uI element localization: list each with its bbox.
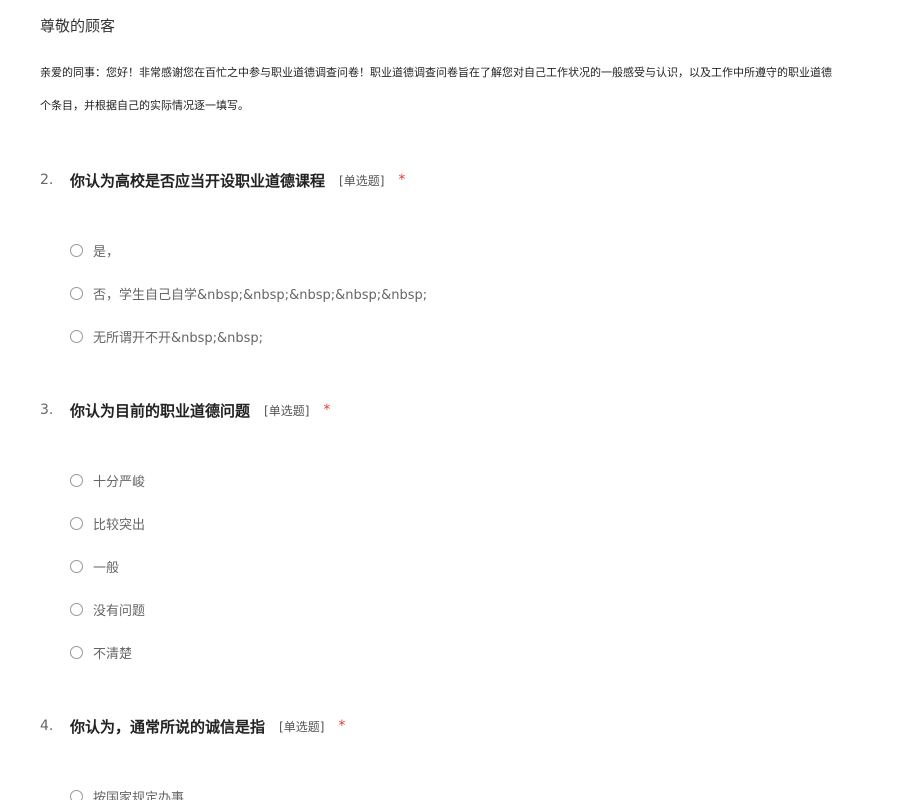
question-header: 4. 你认为，通常所说的诚信是指 [单选题] * — [40, 714, 900, 738]
question-3: 3. 你认为目前的职业道德问题 [单选题] * 十分严峻 比较突出 一般 没有问… — [40, 398, 900, 662]
option-label[interactable]: 是， — [93, 241, 119, 260]
option-label[interactable]: 比较突出 — [93, 514, 145, 533]
radio-button[interactable] — [70, 243, 83, 257]
radio-button[interactable] — [70, 645, 83, 659]
option-radio-row[interactable]: 是， — [70, 239, 119, 261]
survey-page: 尊敬的顾客 亲爱的同事：您好！非常感谢您在百忙之中参与职业道德调查问卷！职业道德… — [0, 0, 900, 800]
question-number: 4. — [40, 718, 54, 734]
radio-button[interactable] — [70, 516, 83, 530]
radio-button[interactable] — [70, 329, 83, 343]
question-type-tag: [单选题] — [264, 403, 310, 418]
intro-line: 个条目，并根据自己的实际情况逐一填写。 — [40, 99, 249, 112]
option-label[interactable]: 按国家规定办事 — [93, 787, 184, 800]
radio-button[interactable] — [70, 286, 83, 300]
option-label[interactable]: 十分严峻 — [93, 471, 145, 490]
option-label[interactable]: 无所谓开不开&nbsp;&nbsp; — [93, 327, 263, 346]
question-type-tag: [单选题] — [339, 173, 385, 188]
required-mark: * — [323, 402, 331, 418]
survey-intro: 亲爱的同事：您好！非常感谢您在百忙之中参与职业道德调查问卷！职业道德调查问卷旨在… — [40, 56, 900, 122]
option-radio-row[interactable]: 否，学生自己自学&nbsp;&nbsp;&nbsp;&nbsp;&nbsp; — [70, 282, 427, 304]
option-label[interactable]: 否，学生自己自学&nbsp;&nbsp;&nbsp;&nbsp;&nbsp; — [93, 284, 427, 303]
radio-button[interactable] — [70, 789, 83, 800]
option-label[interactable]: 不清楚 — [93, 643, 132, 662]
option-label[interactable]: 没有问题 — [93, 600, 145, 619]
intro-line: 亲爱的同事：您好！非常感谢您在百忙之中参与职业道德调查问卷！职业道德调查问卷旨在… — [40, 66, 832, 79]
question-title: 你认为，通常所说的诚信是指 — [70, 717, 266, 736]
question-header: 2. 你认为高校是否应当开设职业道德课程 [单选题] * — [40, 168, 900, 192]
option-radio-row[interactable]: 一般 — [70, 555, 119, 577]
radio-button[interactable] — [70, 602, 83, 616]
question-4: 4. 你认为，通常所说的诚信是指 [单选题] * 按国家规定办事 — [40, 714, 900, 800]
option-radio-row[interactable]: 比较突出 — [70, 512, 145, 534]
question-header: 3. 你认为目前的职业道德问题 [单选题] * — [40, 398, 900, 422]
question-title: 你认为高校是否应当开设职业道德课程 — [70, 171, 326, 190]
option-radio-row[interactable]: 无所谓开不开&nbsp;&nbsp; — [70, 325, 263, 347]
question-2: 2. 你认为高校是否应当开设职业道德课程 [单选题] * 是， 否，学生自己自学… — [40, 168, 900, 346]
question-number: 2. — [40, 172, 54, 188]
required-mark: * — [398, 172, 406, 188]
radio-button[interactable] — [70, 559, 83, 573]
option-radio-row[interactable]: 按国家规定办事 — [70, 785, 184, 800]
question-number: 3. — [40, 402, 54, 418]
question-type-tag: [单选题] — [279, 719, 325, 734]
question-title: 你认为目前的职业道德问题 — [70, 401, 251, 420]
option-label[interactable]: 一般 — [93, 557, 119, 576]
radio-button[interactable] — [70, 473, 83, 487]
option-radio-row[interactable]: 不清楚 — [70, 641, 132, 663]
survey-greeting: 尊敬的顾客 — [40, 17, 116, 35]
required-mark: * — [338, 718, 346, 734]
option-radio-row[interactable]: 十分严峻 — [70, 469, 145, 491]
option-radio-row[interactable]: 没有问题 — [70, 598, 145, 620]
